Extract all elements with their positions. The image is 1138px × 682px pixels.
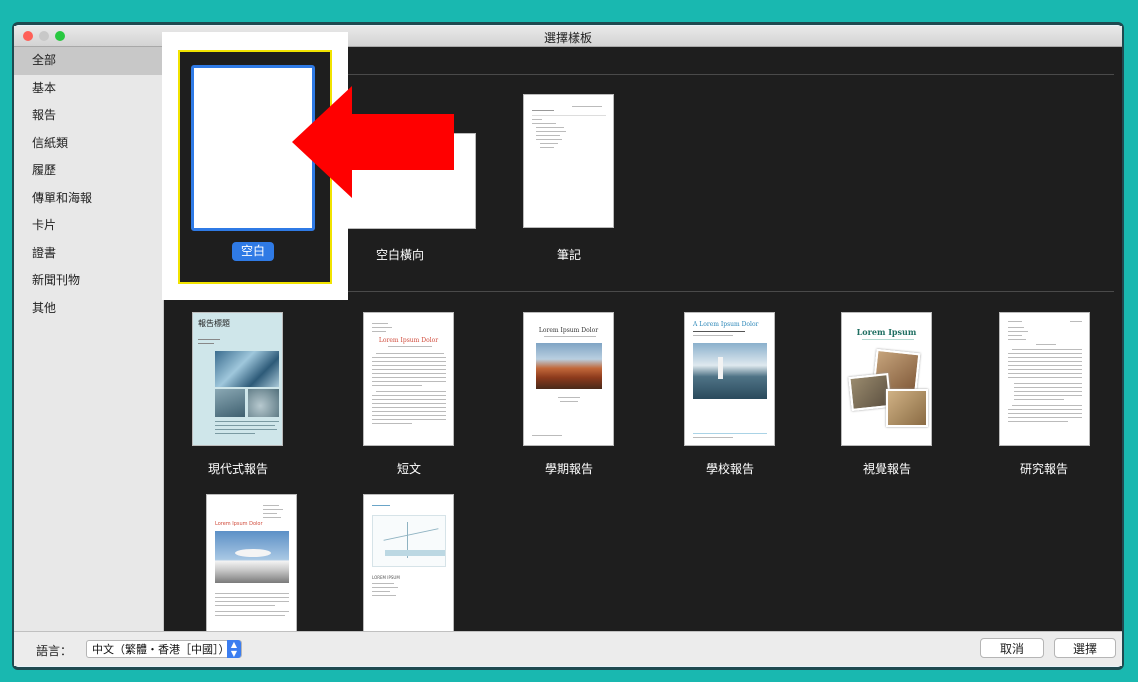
sidebar-item-reports[interactable]: 報告: [14, 102, 163, 130]
template-thumb-term-paper[interactable]: Lorem Ipsum Dolor: [523, 312, 614, 446]
template-label-modern-report: 現代式報告: [207, 462, 268, 476]
template-thumb-title: LOREM IPSUM: [372, 575, 400, 580]
sidebar-item-cards[interactable]: 卡片: [14, 212, 163, 240]
template-label-school-report: 學校報告: [705, 462, 754, 476]
sidebar-item-all[interactable]: 全部: [14, 47, 163, 75]
template-thumb-notes[interactable]: [523, 94, 614, 228]
category-sidebar: 全部 基本 報告 信紙類 履歷 傳單和海報 卡片 證書 新聞刊物 其他: [14, 47, 164, 631]
template-label-essay: 短文: [396, 462, 421, 476]
sidebar-item-basic[interactable]: 基本: [14, 75, 163, 103]
template-thumb-architecture-brief[interactable]: LOREM IPSUM: [363, 494, 454, 634]
language-select[interactable]: 中文（繁體・香港［中國］） ▲ ▼: [86, 640, 242, 658]
language-label: 語言：: [36, 644, 73, 658]
sidebar-item-other[interactable]: 其他: [14, 295, 163, 323]
template-thumb-title: Lorem Ipsum Dolor: [378, 337, 439, 344]
red-arrow-annotation: [292, 86, 454, 198]
template-thumb-research-paper[interactable]: [999, 312, 1090, 446]
sidebar-item-newsletters[interactable]: 新聞刊物: [14, 267, 163, 295]
template-label-notes: 筆記: [556, 248, 581, 262]
sidebar-item-stationery[interactable]: 信紙類: [14, 130, 163, 158]
sidebar-item-resumes[interactable]: 履歷: [14, 157, 163, 185]
sidebar-item-flyers-posters[interactable]: 傳單和海報: [14, 185, 163, 213]
template-thumb-report-modern-architecture[interactable]: Lorem Ipsum Dolor: [206, 494, 297, 634]
template-thumb-modern-report[interactable]: 報告標題: [192, 312, 283, 446]
select-arrows-icon: ▲ ▼: [227, 640, 241, 658]
template-label-blank: 空白: [232, 242, 274, 261]
template-label-visual-report: 視覺報告: [862, 462, 911, 476]
template-thumb-school-report[interactable]: A Lorem Ipsum Dolor: [684, 312, 775, 446]
template-label-term-paper: 學期報告: [544, 462, 593, 476]
template-thumb-title: 報告標題: [198, 319, 230, 328]
language-select-value: 中文（繁體・香港［中國］）: [92, 643, 230, 656]
template-thumb-title: Lorem Ipsum: [856, 327, 917, 337]
template-thumb-title: Lorem Ipsum Dolor: [538, 327, 599, 334]
choose-button[interactable]: 選擇: [1054, 638, 1116, 658]
arrow-left-icon: [292, 86, 454, 198]
template-thumb-title: Lorem Ipsum Dolor: [215, 521, 263, 527]
template-thumb-title: A Lorem Ipsum Dolor: [693, 321, 759, 328]
bottom-bar: 語言： 中文（繁體・香港［中國］） ▲ ▼ 取消 選擇: [14, 631, 1122, 666]
template-thumb-visual-report[interactable]: Lorem Ipsum: [841, 312, 932, 446]
template-thumb-essay[interactable]: Lorem Ipsum Dolor: [363, 312, 454, 446]
template-label-research-paper: 研究報告: [1019, 462, 1068, 476]
sidebar-item-certificates[interactable]: 證書: [14, 240, 163, 268]
cancel-button[interactable]: 取消: [980, 638, 1044, 658]
